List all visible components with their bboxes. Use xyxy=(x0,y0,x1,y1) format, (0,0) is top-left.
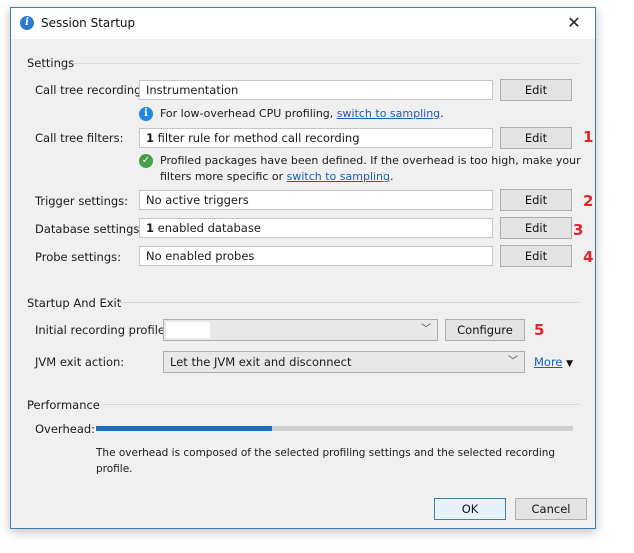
filters-info-line1: Profiled packages have been defined. If … xyxy=(160,154,581,167)
performance-separator xyxy=(103,404,579,405)
more-link[interactable]: More xyxy=(534,355,563,369)
filter-count: 1 xyxy=(146,131,155,145)
switch-to-sampling-link-2[interactable]: switch to sampling xyxy=(287,170,390,183)
call-tree-recording-label: Call tree recording: xyxy=(35,83,146,97)
close-button[interactable]: ✕ xyxy=(553,8,595,38)
filters-info-text: Profiled packages have been defined. If … xyxy=(160,153,581,185)
call-tree-filters-label: Call tree filters: xyxy=(35,131,124,145)
trigger-settings-value: No active triggers xyxy=(146,193,249,207)
overhead-description: The overhead is composed of the selected… xyxy=(96,445,555,477)
jvm-exit-action-label: JVM exit action: xyxy=(35,355,125,369)
caret-down-icon: ▼ xyxy=(566,359,574,369)
database-settings-edit-button[interactable]: Edit xyxy=(500,217,572,239)
check-icon: ✓ xyxy=(139,154,153,168)
filters-info-line2: filters more specific or switch to sampl… xyxy=(160,169,581,185)
database-settings-field: 1 enabled database xyxy=(139,218,493,238)
filters-info-period: . xyxy=(390,170,394,183)
annotation-marker-5: 5 xyxy=(534,321,545,339)
ok-button[interactable]: OK xyxy=(434,498,506,520)
database-settings-value: enabled database xyxy=(154,221,261,235)
initial-recording-profile-label: Initial recording profile: xyxy=(35,323,169,337)
app-icon: i xyxy=(20,16,34,30)
call-tree-filters-edit-button[interactable]: Edit xyxy=(500,127,572,149)
trigger-settings-label: Trigger settings: xyxy=(35,194,129,208)
trigger-settings-field: No active triggers xyxy=(139,190,493,210)
call-tree-recording-field: Instrumentation xyxy=(139,80,493,100)
database-count: 1 xyxy=(146,221,155,235)
overhead-description-line1: The overhead is composed of the selected… xyxy=(96,447,556,459)
call-tree-filters-value: filter rule for method call recording xyxy=(154,131,360,145)
overhead-progress-bar xyxy=(96,426,573,431)
cancel-button[interactable]: Cancel xyxy=(515,498,587,520)
chevron-down-icon: ﹀ xyxy=(508,356,518,367)
session-startup-dialog: i Session Startup ✕ Settings Call tree r… xyxy=(10,7,596,529)
recording-info-text: For low-overhead CPU profiling, switch t… xyxy=(160,106,444,122)
annotation-marker-2: 2 xyxy=(583,192,594,210)
profile-value-box xyxy=(166,322,210,338)
switch-to-sampling-link[interactable]: switch to sampling xyxy=(337,107,440,120)
window-title: Session Startup xyxy=(41,16,136,30)
title-bar: i Session Startup ✕ xyxy=(11,8,595,39)
annotation-marker-1: 1 xyxy=(583,128,594,146)
startup-section-title: Startup And Exit xyxy=(27,296,122,310)
jvm-exit-action-value: Let the JVM exit and disconnect xyxy=(170,355,352,369)
call-tree-recording-edit-button[interactable]: Edit xyxy=(500,79,572,101)
probe-settings-edit-button[interactable]: Edit xyxy=(500,245,572,267)
overhead-label: Overhead: xyxy=(35,422,96,436)
trigger-settings-edit-button[interactable]: Edit xyxy=(500,189,572,211)
info-icon: i xyxy=(139,107,153,121)
probe-settings-label: Probe settings: xyxy=(35,250,122,264)
overhead-description-line2: profile. xyxy=(96,463,133,475)
probe-settings-field: No enabled probes xyxy=(139,246,493,266)
recording-info-message: For low-overhead CPU profiling, xyxy=(160,107,337,120)
annotation-marker-4: 4 xyxy=(583,248,594,266)
annotation-marker-3: 3 xyxy=(573,221,584,239)
settings-section-title: Settings xyxy=(27,56,75,70)
database-settings-label: Database settings: xyxy=(35,222,144,236)
configure-button[interactable]: Configure xyxy=(445,319,525,341)
settings-separator xyxy=(73,63,579,64)
performance-section-title: Performance xyxy=(27,398,100,412)
call-tree-recording-value: Instrumentation xyxy=(146,83,239,97)
initial-recording-profile-dropdown[interactable]: ﹀ xyxy=(163,319,438,341)
overhead-progress-fill xyxy=(96,426,273,431)
more-dropdown[interactable]: More ▼ xyxy=(534,355,573,369)
call-tree-filters-field: 1 filter rule for method call recording xyxy=(139,128,493,148)
recording-info-period: . xyxy=(440,107,444,120)
probe-settings-value: No enabled probes xyxy=(146,249,255,263)
startup-separator xyxy=(117,302,579,303)
chevron-down-icon: ﹀ xyxy=(421,324,431,335)
jvm-exit-action-dropdown[interactable]: Let the JVM exit and disconnect ﹀ xyxy=(163,351,525,373)
filters-info-line2-prefix: filters more specific or xyxy=(160,170,287,183)
